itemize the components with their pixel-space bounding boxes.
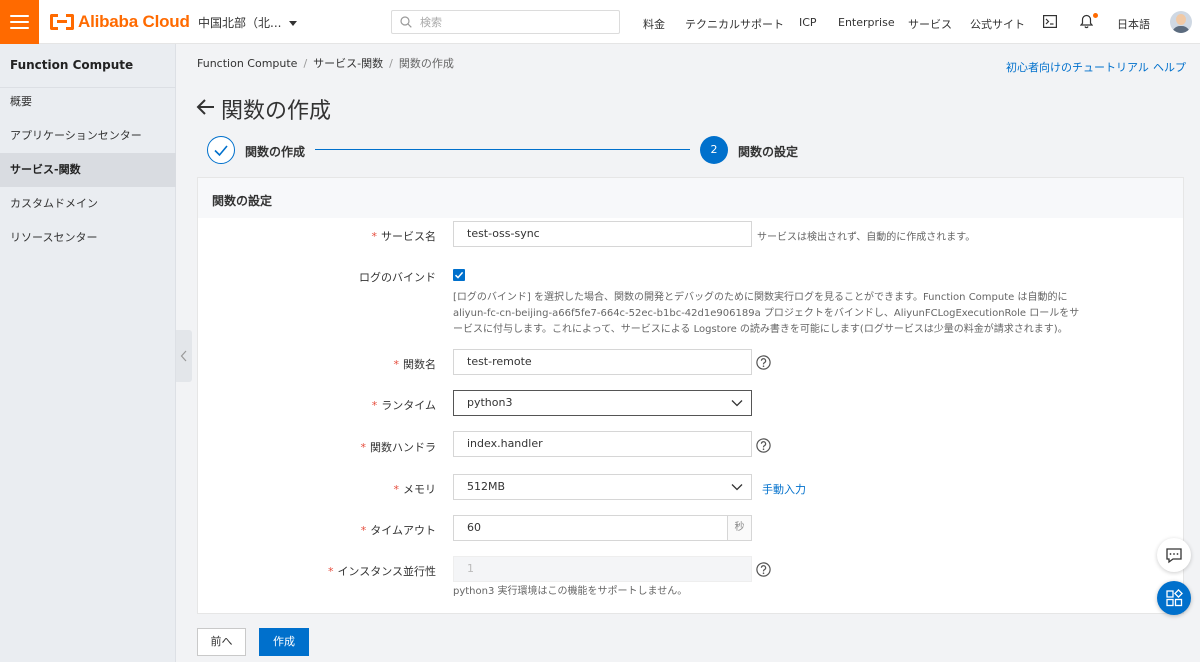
timeout-label: * タイムアウト — [360, 524, 436, 537]
help-circle-icon[interactable] — [756, 355, 771, 370]
nav-pricing[interactable]: 料金 — [643, 16, 665, 32]
concurrency-label: * インスタンス並行性 — [327, 565, 436, 578]
sidebar-item-overview[interactable]: 概要 — [0, 85, 176, 119]
memory-label: * メモリ — [393, 483, 437, 496]
service-name-label: * サービス名 — [371, 230, 437, 243]
step-2-current: 2 — [700, 136, 728, 164]
manual-input-link[interactable]: 手動入力 — [762, 481, 806, 497]
chat-icon — [1166, 548, 1182, 564]
caret-down-icon — [289, 21, 298, 26]
timeout-value: 60 — [467, 521, 481, 534]
nav-official-site[interactable]: 公式サイト — [970, 16, 1025, 32]
nav-enterprise[interactable]: Enterprise — [838, 16, 895, 29]
breadcrumb-current: 関数の作成 — [398, 57, 454, 70]
log-bind-checkbox[interactable] — [453, 269, 465, 281]
service-name-hint: サービスは検出されず、自動的に作成されます。 — [757, 232, 976, 243]
top-bar: Alibaba Cloud 中国北部（北... 料金 テクニカルサポート ICP… — [0, 0, 1200, 44]
region-selector[interactable]: 中国北部（北... — [198, 14, 298, 31]
runtime-label: * ランタイム — [371, 399, 436, 412]
create-button[interactable]: 作成 — [259, 628, 309, 656]
sidebar-item-resource-center[interactable]: リソースセンター — [0, 221, 176, 255]
nav-tech-support[interactable]: テクニカルサポート — [685, 16, 784, 32]
log-bind-desc-line-2: aliyun-fc-cn-beijing-a66f5fe7-664c-52ec-… — [453, 308, 1080, 319]
hamburger-menu-icon[interactable] — [0, 0, 39, 44]
prev-button[interactable]: 前へ — [197, 628, 246, 656]
log-bind-label: ログのバインド — [359, 271, 436, 284]
bell-icon[interactable] — [1080, 14, 1093, 29]
memory-select[interactable]: 512MB — [453, 474, 752, 500]
function-name-input[interactable]: test-remote — [453, 349, 752, 375]
step-1-label: 関数の作成 — [245, 145, 306, 159]
step-1-done — [207, 136, 235, 164]
chevron-left-icon — [180, 350, 187, 362]
timeout-unit: 秒 — [727, 516, 751, 540]
alibaba-logo-icon — [50, 14, 74, 30]
sidebar-item-custom-domain[interactable]: カスタムドメイン — [0, 187, 176, 221]
user-avatar[interactable] — [1170, 11, 1192, 33]
apps-grid-icon — [1166, 589, 1183, 607]
help-circle-icon[interactable] — [756, 562, 771, 577]
runtime-select[interactable]: python3 — [453, 390, 752, 416]
service-name-input[interactable]: test-oss-sync — [453, 221, 752, 247]
alibaba-cloud-logo[interactable]: Alibaba Cloud — [50, 12, 190, 32]
help-circle-icon[interactable] — [756, 438, 771, 453]
step-connector — [315, 149, 690, 150]
terminal-icon[interactable] — [1043, 15, 1057, 28]
handler-input[interactable]: index.handler — [453, 431, 752, 457]
log-bind-desc-line-1: [ログのバインド] を選択した場合、関数の開発とデバッグのために関数実行ログを見… — [453, 292, 1068, 303]
memory-value: 512MB — [467, 480, 506, 493]
check-icon — [214, 145, 228, 157]
sidebar-item-service-functions[interactable]: サービス-関数 — [0, 153, 176, 187]
sidebar-collapse-handle[interactable] — [176, 330, 192, 382]
nav-icp[interactable]: ICP — [799, 16, 817, 29]
breadcrumb-function-compute[interactable]: Function Compute — [197, 57, 297, 70]
runtime-value: python3 — [467, 396, 513, 409]
checkmark-icon — [454, 271, 464, 279]
nav-services[interactable]: サービス — [908, 16, 952, 32]
timeout-input[interactable]: 60 秒 — [453, 515, 752, 541]
back-arrow-icon[interactable] — [196, 97, 216, 117]
apps-float-button[interactable] — [1157, 581, 1191, 615]
function-name-label: * 関数名 — [393, 358, 437, 371]
search-icon — [400, 16, 412, 28]
step-2-label: 関数の設定 — [738, 145, 799, 159]
tutorial-link[interactable]: 初心者向けのチュートリアル — [1006, 59, 1149, 75]
sidebar: Function Compute 概要 アプリケーションセンター サービス-関数… — [0, 44, 176, 662]
chevron-down-icon — [731, 400, 743, 407]
chevron-down-icon — [731, 484, 743, 491]
step-indicator: 関数の作成 2 関数の設定 — [207, 136, 807, 164]
sidebar-title: Function Compute — [10, 58, 134, 72]
log-bind-desc-line-3: ービスに付与します。これによって、サービスによる Logstore の読み書きを… — [453, 324, 1068, 335]
section-title: 関数の設定 — [212, 194, 273, 208]
notification-dot — [1093, 13, 1098, 18]
search-input[interactable] — [420, 14, 610, 30]
function-settings-card: 関数の設定 * サービス名 test-oss-sync サービスは検出されず、自動… — [197, 177, 1184, 614]
language-selector[interactable]: 日本語 — [1117, 16, 1150, 32]
breadcrumb-service-functions[interactable]: サービス-関数 — [313, 57, 383, 70]
sidebar-item-app-center[interactable]: アプリケーションセンター — [0, 119, 176, 153]
breadcrumb: Function Compute / サービス-関数 / 関数の作成 — [197, 57, 454, 70]
concurrency-input: 1 — [453, 556, 752, 582]
concurrency-note: python3 実行環境はこの機能をサポートしません。 — [453, 586, 688, 597]
chat-float-button[interactable] — [1157, 538, 1191, 572]
help-link[interactable]: ヘルプ — [1153, 59, 1186, 75]
search-box[interactable] — [391, 10, 620, 34]
brand-name: Alibaba Cloud — [78, 12, 190, 31]
card-header: 関数の設定 — [198, 178, 1183, 218]
handler-label: * 関数ハンドラ — [360, 441, 437, 454]
region-label: 中国北部（北... — [198, 16, 282, 30]
page-title: 関数の作成 — [221, 99, 332, 124]
